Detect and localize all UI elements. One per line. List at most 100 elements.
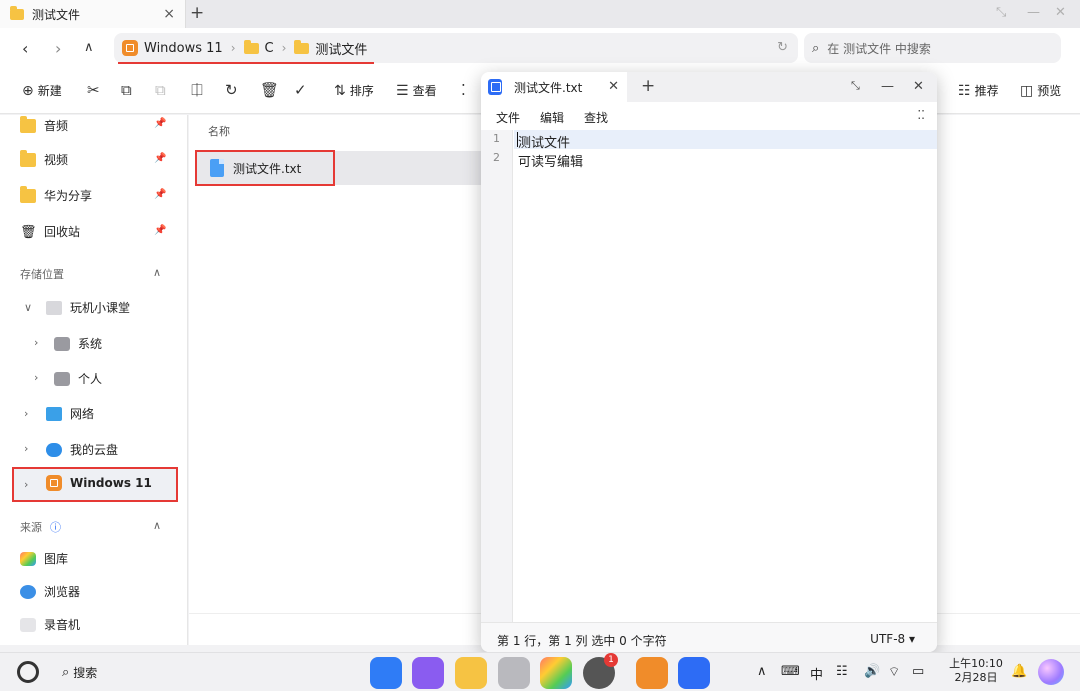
app-launcher-icon[interactable] bbox=[370, 657, 402, 689]
sidebar-item-computer[interactable]: 玩机小课堂 bbox=[46, 299, 130, 316]
tab-close-icon[interactable]: × bbox=[163, 6, 175, 22]
menu-file[interactable]: 文件 bbox=[496, 109, 520, 126]
breadcrumb-test-folder[interactable]: 测试文件 bbox=[294, 39, 367, 58]
breadcrumb-windows11[interactable]: Windows 11 bbox=[122, 40, 223, 56]
cut-icon[interactable]: ✂ bbox=[87, 81, 100, 99]
copy-icon[interactable]: ⧉ bbox=[121, 81, 132, 99]
clock[interactable]: 上午10:10 2月28日 bbox=[948, 657, 1004, 685]
notepad-close-icon[interactable]: ✕ bbox=[913, 79, 924, 94]
notepad-tab-close-icon[interactable]: ✕ bbox=[608, 79, 619, 94]
menu-edit[interactable]: 编辑 bbox=[540, 109, 564, 126]
delete-icon[interactable]: 🗑 bbox=[260, 81, 279, 99]
tab-current-folder[interactable]: 测试文件 × bbox=[0, 0, 186, 28]
clock-date: 2月28日 bbox=[954, 671, 998, 684]
multitask-icon[interactable] bbox=[412, 657, 444, 689]
cloud-icon bbox=[46, 442, 62, 457]
line-number: 1 bbox=[493, 132, 500, 145]
tray-expand-icon[interactable]: ∧ bbox=[757, 664, 767, 679]
computer-icon bbox=[46, 300, 62, 315]
notepad-restore-icon[interactable]: ⤡ bbox=[851, 79, 860, 93]
start-button[interactable] bbox=[17, 661, 39, 683]
windows-vm-icon bbox=[46, 475, 62, 491]
pin-icon[interactable]: 📌 bbox=[154, 153, 166, 164]
info-icon[interactable]: ⓘ bbox=[50, 519, 61, 535]
close-window-icon[interactable]: ✕ bbox=[1055, 5, 1066, 20]
sidebar-item-browser[interactable]: 浏览器 bbox=[20, 583, 80, 600]
breadcrumb-separator: › bbox=[281, 41, 287, 55]
clipboard-icon[interactable]: ☷ bbox=[836, 664, 848, 679]
preview-button[interactable]: ◫ 预览 bbox=[1020, 82, 1061, 99]
notepad-tab[interactable]: 测试文件.txt ✕ bbox=[481, 72, 627, 102]
text-editor[interactable]: 测试文件 可读写编辑 bbox=[514, 130, 937, 622]
notepad-app-icon[interactable] bbox=[678, 657, 710, 689]
notification-badge: 1 bbox=[604, 653, 618, 667]
collapse-chevron-icon[interactable]: ∨ bbox=[24, 301, 32, 314]
search-icon: ⌕ bbox=[62, 665, 70, 680]
up-icon[interactable]: ∧ bbox=[84, 40, 94, 55]
pin-icon[interactable]: 📌 bbox=[154, 225, 166, 236]
expand-chevron-icon[interactable]: › bbox=[24, 478, 28, 491]
sidebar-item-audio[interactable]: 音频 bbox=[20, 115, 68, 134]
window-tab-bar: 测试文件 × + ⤡ — ✕ bbox=[0, 0, 1080, 28]
expand-chevron-icon[interactable]: › bbox=[24, 407, 28, 420]
battery-icon[interactable]: ▭ bbox=[912, 664, 924, 679]
sidebar-item-cloud[interactable]: 我的云盘 bbox=[46, 441, 118, 458]
file-manager-icon[interactable] bbox=[455, 657, 487, 689]
expand-chevron-icon[interactable]: › bbox=[34, 336, 38, 349]
menu-find[interactable]: 查找 bbox=[584, 109, 608, 126]
more-icon[interactable]: ⁚ bbox=[461, 81, 466, 99]
keyboard-icon[interactable]: ⌨ bbox=[781, 664, 800, 679]
notification-bell-icon[interactable]: 🔔 bbox=[1011, 664, 1027, 679]
sidebar-item-recycle-bin[interactable]: 🗑 回收站 bbox=[20, 223, 80, 240]
sort-button[interactable]: ⇅ 排序 bbox=[334, 82, 374, 99]
windows-vm-app-icon[interactable] bbox=[636, 657, 668, 689]
sidebar-item-recorder[interactable]: 录音机 bbox=[20, 616, 80, 633]
breadcrumb-c[interactable]: C bbox=[243, 39, 274, 56]
paste-icon[interactable]: ⧉ bbox=[155, 81, 166, 99]
sidebar-item-windows11[interactable]: Windows 11 bbox=[46, 475, 152, 491]
sort-icon: ⇅ bbox=[334, 82, 346, 99]
pin-icon[interactable]: 📌 bbox=[154, 118, 166, 129]
notepad-new-tab-button[interactable]: + bbox=[641, 76, 655, 96]
notepad-status-bar: 第 1 行，第 1 列 选中 0 个字符 UTF-8 ▾ bbox=[481, 622, 937, 652]
back-icon[interactable]: ‹ bbox=[22, 39, 28, 58]
collapse-storage-icon[interactable]: ∧ bbox=[153, 266, 161, 279]
rename-icon[interactable]: ⎅ bbox=[191, 81, 203, 99]
input-method-icon[interactable]: 中 bbox=[810, 664, 823, 683]
sidebar-item-network[interactable]: 网络 bbox=[46, 405, 94, 422]
sidebar-item-system-drive[interactable]: 系统 bbox=[54, 335, 102, 352]
collapse-source-icon[interactable]: ∧ bbox=[153, 519, 161, 532]
refresh-icon[interactable]: ↻ bbox=[777, 40, 788, 55]
wifi-icon[interactable]: ⌔ bbox=[888, 664, 900, 680]
expand-chevron-icon[interactable]: › bbox=[34, 371, 38, 384]
forward-icon[interactable]: › bbox=[55, 39, 61, 58]
editor-line-2: 可读写编辑 bbox=[518, 155, 584, 170]
more-options-icon[interactable]: ⁚⁚ bbox=[917, 108, 925, 122]
recycle-bin-icon[interactable] bbox=[498, 657, 530, 689]
recommend-button[interactable]: ☷ 推荐 bbox=[958, 82, 999, 99]
sidebar-item-personal-drive[interactable]: 个人 bbox=[54, 370, 102, 387]
encoding-selector[interactable]: UTF-8 ▾ bbox=[870, 632, 915, 646]
sidebar-item-video[interactable]: 视频 bbox=[20, 149, 68, 168]
minimize-icon[interactable]: — bbox=[1027, 5, 1040, 20]
pin-icon[interactable]: 📌 bbox=[154, 189, 166, 200]
sidebar-item-gallery[interactable]: 图库 bbox=[20, 550, 68, 567]
search-input[interactable]: ⌕ 在 测试文件 中搜索 bbox=[804, 33, 1061, 63]
new-tab-button[interactable]: + bbox=[190, 3, 204, 23]
select-icon[interactable]: ✓ bbox=[294, 81, 307, 99]
column-header-name[interactable]: 名称 bbox=[208, 123, 230, 139]
new-button[interactable]: ⊕ 新建 bbox=[22, 82, 62, 99]
current-line-highlight bbox=[514, 130, 937, 149]
network-icon bbox=[46, 406, 62, 421]
taskbar-search-button[interactable]: ⌕ 搜索 bbox=[62, 664, 97, 681]
share-icon[interactable]: ↻ bbox=[225, 81, 238, 99]
assistant-avatar[interactable] bbox=[1038, 659, 1064, 685]
restore-icon[interactable]: ⤡ bbox=[996, 5, 1006, 20]
sidebar-item-huawei-share[interactable]: 华为分享 bbox=[20, 185, 92, 204]
view-button[interactable]: ☰ 查看 bbox=[396, 82, 437, 99]
volume-icon[interactable]: 🔊 bbox=[864, 664, 880, 679]
expand-chevron-icon[interactable]: › bbox=[24, 442, 28, 455]
gallery-app-icon[interactable] bbox=[540, 657, 572, 689]
address-bar[interactable]: Windows 11 › C › 测试文件 ↻ bbox=[114, 33, 798, 63]
notepad-minimize-icon[interactable]: — bbox=[881, 79, 894, 94]
